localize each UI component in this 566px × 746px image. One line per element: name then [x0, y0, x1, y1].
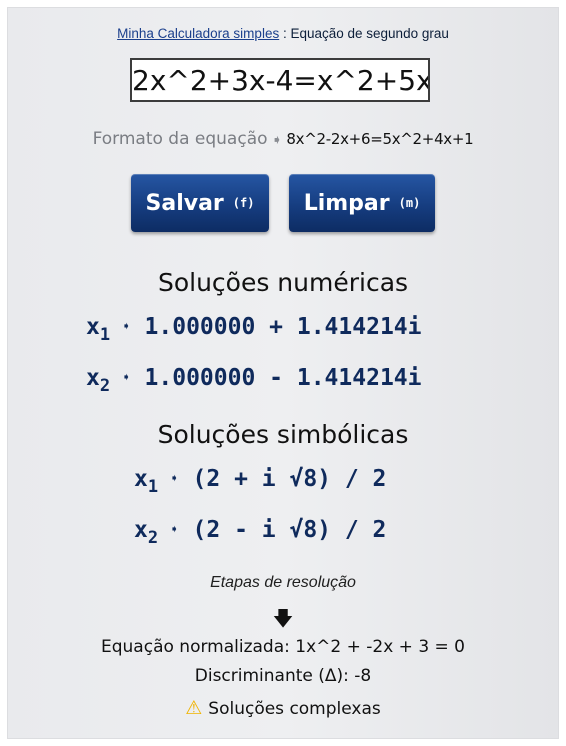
save-button[interactable]: Salvar (f) — [131, 174, 269, 232]
arrow-right-icon: ➧ — [170, 522, 179, 538]
root-variable: x1 — [134, 466, 159, 497]
symbolic-root-2: x2 ➧ (2 - i √8) / 2 — [134, 517, 386, 548]
arrow-right-icon: ➧ — [271, 133, 283, 148]
warning-icon: ⚠ — [185, 697, 203, 719]
save-shortcut-key: (f) — [232, 196, 255, 210]
breadcrumb: Minha Calculadora simples : Equação de s… — [8, 26, 558, 41]
format-example: 8x^2-2x+6=5x^2+4x+1 — [286, 130, 474, 148]
arrow-right-icon: ➧ — [122, 370, 131, 386]
clear-button-label: Limpar — [303, 190, 390, 216]
symbolic-root-1: x1 ➧ (2 + i √8) / 2 — [134, 466, 386, 497]
resolution-steps-title: Etapas de resolução — [210, 574, 356, 591]
arrow-right-icon: ➧ — [122, 319, 131, 335]
complex-solutions-note: ⚠ Soluções complexas — [8, 697, 558, 719]
arrow-right-icon: ➧ — [170, 471, 179, 487]
calculator-panel: Minha Calculadora simples : Equação de s… — [8, 8, 558, 738]
equation-input[interactable] — [130, 58, 430, 102]
root-variable: x1 — [86, 314, 111, 345]
complex-solutions-label: Soluções complexas — [208, 699, 381, 719]
clear-button[interactable]: Limpar (m) — [289, 174, 435, 232]
arrow-down-icon: 🡇 — [272, 606, 294, 630]
discriminant: Discriminante (Δ): -8 — [194, 666, 372, 686]
save-button-label: Salvar — [145, 190, 224, 216]
format-label: Formato da equação — [92, 129, 268, 149]
root-value: 1.000000 - 1.414214i — [144, 365, 422, 391]
normalized-equation: Equação normalizada: 1x^2 + -2x + 3 = 0 — [101, 637, 465, 657]
numeric-root-2: x2 ➧ 1.000000 - 1.414214i — [86, 365, 422, 396]
root-variable: x2 — [134, 517, 159, 548]
breadcrumb-home-link[interactable]: Minha Calculadora simples — [117, 26, 279, 41]
clear-shortcut-key: (m) — [398, 196, 421, 210]
symbolic-solutions-title: Soluções simbólicas — [157, 420, 409, 449]
numeric-root-1: x1 ➧ 1.000000 + 1.414214i — [86, 314, 422, 345]
root-value: (2 - i √8) / 2 — [192, 517, 387, 543]
root-value: (2 + i √8) / 2 — [192, 466, 387, 492]
format-hint: Formato da equação ➧ 8x^2-2x+6=5x^2+4x+1 — [8, 129, 558, 149]
breadcrumb-separator: : — [279, 26, 291, 41]
breadcrumb-current: Equação de segundo grau — [290, 26, 449, 41]
root-variable: x2 — [86, 365, 111, 396]
numeric-solutions-title: Soluções numéricas — [157, 268, 409, 297]
root-value: 1.000000 + 1.414214i — [144, 314, 422, 340]
